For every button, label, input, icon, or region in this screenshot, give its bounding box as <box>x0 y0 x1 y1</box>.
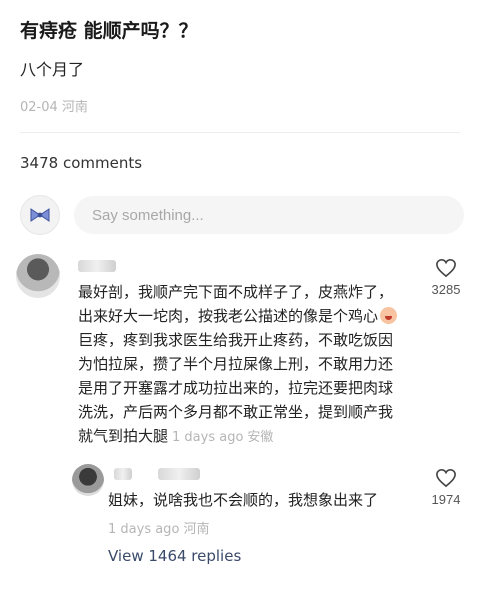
crying-emoji-icon <box>380 307 398 324</box>
post-body: 八个月了 <box>20 60 85 79</box>
reply-time: 1 days ago <box>108 522 180 537</box>
commenter-name-blurred[interactable] <box>78 260 116 272</box>
post-meta: 02-04 河南 <box>20 96 88 115</box>
reply-location: 河南 <box>183 522 210 537</box>
comment-line: 巨疼，疼到我求医生给我开止疼药，不敢吃饭因 <box>78 331 394 349</box>
like-button[interactable]: 3285 <box>426 258 466 297</box>
comment-line: 出来好大一坨肉，按我老公描述的像是个鸡心 <box>78 304 428 328</box>
like-count: 3285 <box>431 282 461 297</box>
comment-line: 为怕拉屎，攒了半个月拉屎像上刑，不敢用力还 <box>78 355 394 373</box>
reply-item: 姐妹，说啥我也不会顺的，我想象出来了 1 days ago 河南 1974 <box>16 464 466 537</box>
comment-line: 最好剖，我顺产完下面不成样子了，皮燕炸了， <box>78 283 394 301</box>
heart-icon <box>436 468 456 488</box>
comments-count: 3478 comments <box>20 154 143 172</box>
divider <box>20 132 460 133</box>
view-replies-link[interactable]: View 1464 replies <box>108 547 241 565</box>
replier-name-blurred[interactable] <box>114 468 132 480</box>
post-title: 有痔疮 能顺产吗？？ <box>20 20 198 42</box>
reply-to-name-blurred[interactable] <box>158 468 200 480</box>
bow-icon <box>30 208 50 222</box>
comment-line: 洗洗，产后两个多月都不敢正常坐，提到顺产我 <box>78 403 394 421</box>
comment-text: 最好剖，我顺产完下面不成样子了，皮燕炸了， 出来好大一坨肉，按我老公描述的像是个… <box>78 280 428 450</box>
reply-text: 姐妹，说啥我也不会顺的，我想象出来了 <box>108 491 379 509</box>
my-avatar[interactable] <box>20 195 60 235</box>
replier-avatar[interactable] <box>72 464 104 496</box>
heart-icon <box>436 258 456 278</box>
comment-time: 1 days ago <box>172 430 244 445</box>
commenter-avatar[interactable] <box>16 254 60 298</box>
comment-line: 就气到拍大腿 1 days ago 安徽 <box>78 427 274 445</box>
post-location: 河南 <box>61 100 88 115</box>
post-date: 02-04 <box>20 100 58 115</box>
comment-line: 是用了开塞露才成功拉出来的，拉完还要把肉球 <box>78 379 394 397</box>
comment-input[interactable] <box>74 196 464 234</box>
comment-item: 最好剖，我顺产完下面不成样子了，皮燕炸了， 出来好大一坨肉，按我老公描述的像是个… <box>16 254 466 454</box>
like-count: 1974 <box>431 492 461 507</box>
reply-meta: 1 days ago 河南 <box>108 518 210 537</box>
comment-location: 安徽 <box>247 430 274 445</box>
like-button[interactable]: 1974 <box>426 468 466 507</box>
comment-composer <box>20 194 464 236</box>
